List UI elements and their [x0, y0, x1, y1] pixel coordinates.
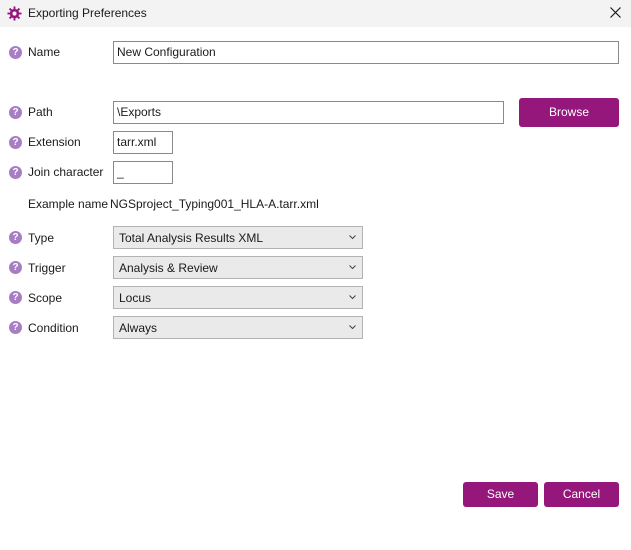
scope-label: Scope [28, 291, 63, 305]
chevron-down-icon [349, 295, 356, 300]
trigger-label: Trigger [28, 261, 66, 275]
close-icon [610, 7, 621, 18]
browse-button[interactable]: Browse [519, 98, 619, 127]
condition-dropdown[interactable]: Always [113, 316, 363, 339]
condition-value: Always [119, 321, 158, 335]
help-icon[interactable]: ? [9, 291, 22, 304]
help-icon[interactable]: ? [9, 166, 22, 179]
name-label: Name [28, 45, 61, 59]
scope-dropdown[interactable]: Locus [113, 286, 363, 309]
cancel-button[interactable]: Cancel [544, 482, 619, 507]
path-label: Path [28, 105, 53, 119]
join-character-label: Join character [28, 165, 104, 179]
type-dropdown[interactable]: Total Analysis Results XML [113, 226, 363, 249]
chevron-down-icon [349, 265, 356, 270]
title-bar: Exporting Preferences [0, 0, 631, 27]
condition-label: Condition [28, 321, 79, 335]
path-field[interactable]: \Exports [113, 101, 504, 124]
name-field[interactable]: New Configuration [113, 41, 619, 64]
save-button[interactable]: Save [463, 482, 538, 507]
type-value: Total Analysis Results XML [119, 231, 264, 245]
extension-label: Extension [28, 135, 81, 149]
join-character-field[interactable]: _ [113, 161, 173, 184]
help-icon[interactable]: ? [9, 46, 22, 59]
help-icon[interactable]: ? [9, 136, 22, 149]
help-icon[interactable]: ? [9, 106, 22, 119]
help-icon[interactable]: ? [9, 231, 22, 244]
example-name-value: NGSproject_Typing001_HLA-A.tarr.xml [110, 197, 319, 211]
trigger-dropdown[interactable]: Analysis & Review [113, 256, 363, 279]
help-icon[interactable]: ? [9, 321, 22, 334]
trigger-value: Analysis & Review [119, 261, 218, 275]
help-icon[interactable]: ? [9, 261, 22, 274]
type-label: Type [28, 231, 55, 245]
gear-icon [7, 6, 22, 21]
extension-field[interactable]: tarr.xml [113, 131, 173, 154]
scope-value: Locus [119, 291, 152, 305]
window-title: Exporting Preferences [28, 6, 147, 20]
chevron-down-icon [349, 325, 356, 330]
chevron-down-icon [349, 235, 356, 240]
close-button[interactable] [604, 3, 628, 23]
example-name-label: Example name [28, 197, 109, 211]
